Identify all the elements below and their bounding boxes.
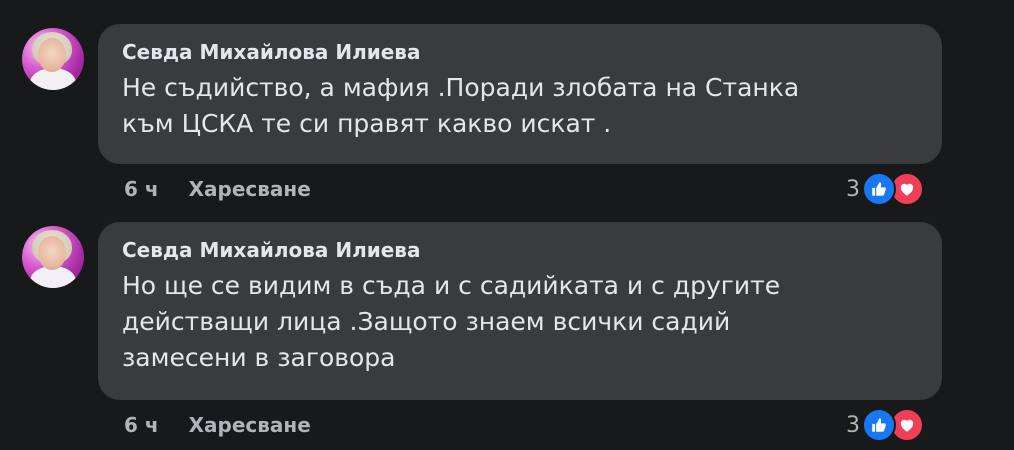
comment-text-line: Не съдийство, а мафия .Поради злобата на… [122, 73, 800, 102]
comment-actions: 6 ч Харесване [124, 177, 311, 201]
comment-author[interactable]: Севда Михайлова Илиева [122, 238, 918, 262]
like-button[interactable]: Харесване [189, 413, 311, 437]
comment-text-line: действащи лица .Защото знаем всички сади… [122, 307, 731, 336]
like-icon [862, 172, 896, 206]
avatar[interactable] [22, 226, 84, 288]
like-icon [862, 408, 896, 442]
comment-bubble: Севда Михайлова Илиева Не съдийство, а м… [98, 24, 942, 164]
like-button[interactable]: Харесване [189, 177, 311, 201]
reaction-count: 3 [846, 176, 860, 202]
comment-timestamp[interactable]: 6 ч [124, 413, 159, 437]
avatar-face [38, 38, 66, 72]
avatar-face [38, 236, 66, 270]
reaction-count: 3 [846, 412, 860, 438]
reaction-summary[interactable]: 3 [846, 408, 924, 442]
avatar[interactable] [22, 28, 84, 90]
comment-actions: 6 ч Харесване [124, 413, 311, 437]
reaction-summary[interactable]: 3 [846, 172, 924, 206]
comment-text-line: замесени в заговора [122, 343, 396, 372]
comment-author[interactable]: Севда Михайлова Илиева [122, 40, 918, 64]
comment-timestamp[interactable]: 6 ч [124, 177, 159, 201]
comment-text-line: Но ще се видим в съда и с садийката и с … [122, 271, 781, 300]
comment-text-line: към ЦСКА те си правят какво искат . [122, 109, 612, 138]
comment-bubble: Севда Михайлова Илиева Но ще се видим в … [98, 222, 942, 400]
